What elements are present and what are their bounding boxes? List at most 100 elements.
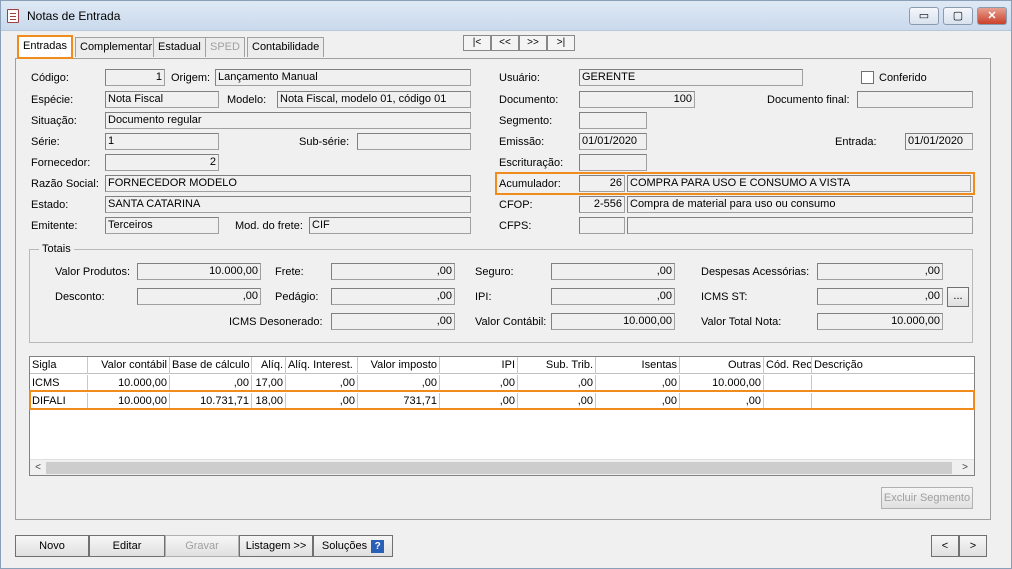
segmento-label: Segmento: <box>499 115 553 127</box>
razao-social-field[interactable]: FORNECEDOR MODELO <box>105 175 471 192</box>
close-button[interactable]: ✕ <box>977 7 1007 25</box>
nav-last-button[interactable]: >| <box>547 35 575 51</box>
cfop-label: CFOP: <box>499 199 533 211</box>
col-isentas[interactable]: Isentas <box>596 357 680 374</box>
col-aliq-interest[interactable]: Alíq. Interest. <box>286 357 358 374</box>
valor-contabil-label: Valor Contábil: <box>475 316 547 328</box>
documento-field[interactable]: 100 <box>579 91 695 108</box>
despesas-field[interactable]: ,00 <box>817 263 943 280</box>
codigo-label: Código: <box>31 72 69 84</box>
nav-first-button[interactable]: |< <box>463 35 491 51</box>
tab-complementar[interactable]: Complementar <box>75 37 158 57</box>
col-descricao[interactable]: Descrição <box>812 357 974 374</box>
excluir-segmento-button[interactable]: Excluir Segmento <box>881 487 973 509</box>
tab-estadual[interactable]: Estadual <box>153 37 206 57</box>
scroll-right-icon[interactable]: > <box>958 461 972 475</box>
ipi-field[interactable]: ,00 <box>551 288 675 305</box>
col-cod-rec[interactable]: Cód. Rec. <box>764 357 812 374</box>
cfps-description-field[interactable] <box>627 217 973 234</box>
modelo-field[interactable]: Nota Fiscal, modelo 01, código 01 <box>277 91 471 108</box>
valor-contabil-field[interactable]: 10.000,00 <box>551 313 675 330</box>
cfps-code-field[interactable] <box>579 217 625 234</box>
frete-field[interactable]: ,00 <box>331 263 455 280</box>
col-valor-contabil[interactable]: Valor contábil <box>88 357 170 374</box>
icms-st-details-button[interactable]: ... <box>947 287 969 307</box>
novo-button[interactable]: Novo <box>15 535 89 557</box>
fornecedor-field[interactable]: 2 <box>105 154 219 171</box>
difali-row-highlight <box>29 390 975 410</box>
entrada-field[interactable]: 01/01/2020 <box>905 133 973 150</box>
icms-st-label: ICMS ST: <box>701 291 748 303</box>
col-outras[interactable]: Outras <box>680 357 764 374</box>
valor-produtos-field[interactable]: 10.000,00 <box>137 263 261 280</box>
serie-field[interactable]: 1 <box>105 133 219 150</box>
scrollbar-thumb[interactable] <box>46 462 952 474</box>
razao-social-label: Razão Social: <box>31 178 99 190</box>
mod-frete-field[interactable]: CIF <box>309 217 471 234</box>
horizontal-scrollbar[interactable]: < > <box>30 459 974 475</box>
nav-prev-button[interactable]: << <box>491 35 519 51</box>
previous-record-button[interactable]: < <box>931 535 959 557</box>
icms-desonerado-field[interactable]: ,00 <box>331 313 455 330</box>
tab-entradas[interactable]: Entradas <box>17 35 74 59</box>
minimize-button[interactable]: ▭ <box>909 7 939 25</box>
conferido-checkbox[interactable] <box>861 71 874 84</box>
listagem-button[interactable]: Listagem >> <box>239 535 313 557</box>
documento-final-label: Documento final: <box>767 94 850 106</box>
col-ipi[interactable]: IPI <box>440 357 518 374</box>
frete-label: Frete: <box>275 266 304 278</box>
estado-field[interactable]: SANTA CATARINA <box>105 196 471 213</box>
emissao-field[interactable]: 01/01/2020 <box>579 133 647 150</box>
escrituracao-field[interactable] <box>579 154 647 171</box>
pedagio-field[interactable]: ,00 <box>331 288 455 305</box>
solucoes-label: Soluções <box>321 540 368 552</box>
entrada-label: Entrada: <box>835 136 877 148</box>
cfps-label: CFPS: <box>499 220 532 232</box>
cfop-code-field[interactable]: 2-556 <box>579 196 625 213</box>
especie-label: Espécie: <box>31 94 74 106</box>
col-valor-imposto[interactable]: Valor imposto <box>358 357 440 374</box>
table-header: Sigla Valor contábil Base de cálculo Alí… <box>30 357 974 374</box>
document-icon <box>7 9 19 23</box>
especie-field[interactable]: Nota Fiscal <box>105 91 219 108</box>
estado-label: Estado: <box>31 199 69 211</box>
ipi-label: IPI: <box>475 291 492 303</box>
col-sigla[interactable]: Sigla <box>30 357 88 374</box>
seguro-field[interactable]: ,00 <box>551 263 675 280</box>
valor-total-field[interactable]: 10.000,00 <box>817 313 943 330</box>
col-aliq[interactable]: Alíq. <box>252 357 286 374</box>
valor-total-label: Valor Total Nota: <box>701 316 782 328</box>
origem-label: Origem: <box>171 72 211 84</box>
origem-field[interactable]: Lançamento Manual <box>215 69 471 86</box>
scroll-left-icon[interactable]: < <box>31 461 45 475</box>
maximize-button[interactable]: ▢ <box>943 7 973 25</box>
icms-desonerado-label: ICMS Desonerado: <box>229 316 323 328</box>
usuario-field[interactable]: GERENTE <box>579 69 803 86</box>
icms-st-field[interactable]: ,00 <box>817 288 943 305</box>
subserie-field[interactable] <box>357 133 471 150</box>
tab-contabilidade[interactable]: Contabilidade <box>247 37 325 57</box>
acumulador-label: Acumulador: <box>499 178 561 190</box>
acumulador-description-field[interactable]: COMPRA PARA USO E CONSUMO A VISTA <box>627 175 971 192</box>
editar-button[interactable]: Editar <box>89 535 165 557</box>
usuario-label: Usuário: <box>499 72 540 84</box>
escrituracao-label: Escrituração: <box>499 157 564 169</box>
segmento-field[interactable] <box>579 112 647 129</box>
col-base-calculo[interactable]: Base de cálculo <box>170 357 252 374</box>
segments-table: Sigla Valor contábil Base de cálculo Alí… <box>29 356 975 476</box>
documento-final-field[interactable] <box>857 91 973 108</box>
next-record-button[interactable]: > <box>959 535 987 557</box>
acumulador-code-field[interactable]: 26 <box>579 175 625 192</box>
col-sub-trib[interactable]: Sub. Trib. <box>518 357 596 374</box>
desconto-field[interactable]: ,00 <box>137 288 261 305</box>
situacao-field[interactable]: Documento regular <box>105 112 471 129</box>
nav-next-button[interactable]: >> <box>519 35 547 51</box>
emitente-field[interactable]: Terceiros <box>105 217 219 234</box>
codigo-field[interactable]: 1 <box>105 69 165 86</box>
documento-label: Documento: <box>499 94 559 106</box>
conferido-label: Conferido <box>879 72 927 84</box>
cfop-description-field[interactable]: Compra de material para uso ou consumo <box>627 196 973 213</box>
gravar-button[interactable]: Gravar <box>165 535 239 557</box>
solucoes-button[interactable]: Soluções? <box>313 535 393 557</box>
desconto-label: Desconto: <box>55 291 105 303</box>
